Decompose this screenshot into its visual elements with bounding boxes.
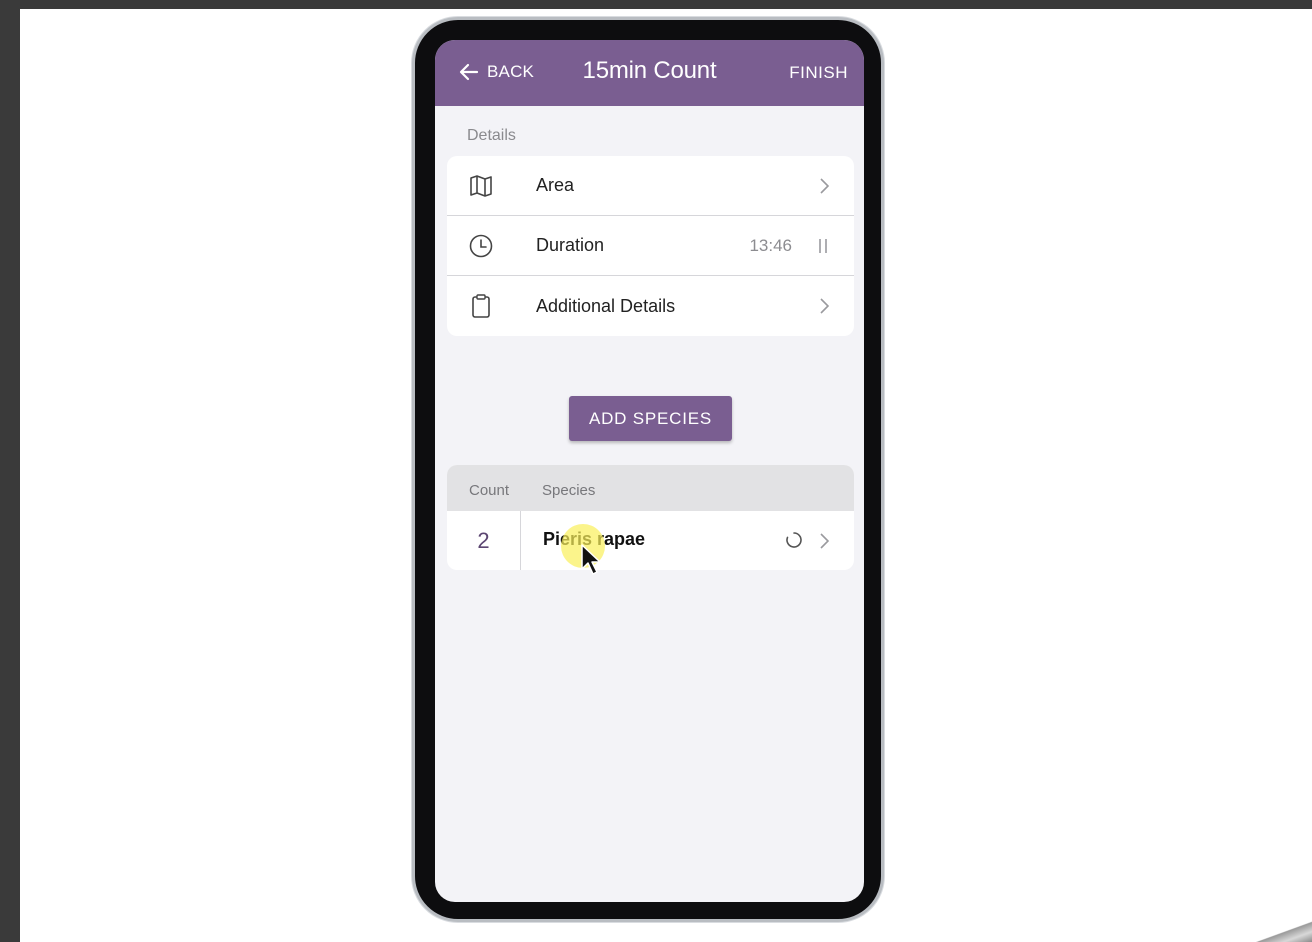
duration-timer-value: 13:46 xyxy=(749,235,792,255)
detail-row-area[interactable]: Area xyxy=(447,156,854,216)
detail-label-additional-details: Additional Details xyxy=(536,295,676,316)
detail-label-duration: Duration xyxy=(536,235,605,255)
page-curl-decoration xyxy=(1252,912,1312,942)
species-count[interactable]: 2 xyxy=(447,511,521,570)
mouse-pointer-icon xyxy=(581,544,601,575)
loading-spinner-icon xyxy=(786,532,802,548)
app-bar: BACK 15min Count FINISH xyxy=(435,40,864,106)
count-column-header: Count xyxy=(469,482,510,499)
chevron-right-icon xyxy=(820,298,830,314)
app-screen: BACK 15min Count FINISH Details Area Dur… xyxy=(435,40,864,902)
map-icon xyxy=(467,172,495,200)
clock-icon xyxy=(467,232,495,260)
add-species-button[interactable]: ADD SPECIES xyxy=(569,396,732,441)
clipboard-icon xyxy=(467,292,495,320)
species-row[interactable]: 2 Pieris rapae xyxy=(447,511,854,570)
phone-frame: BACK 15min Count FINISH Details Area Dur… xyxy=(412,17,884,922)
pause-icon[interactable] xyxy=(816,237,830,255)
detail-row-additional-details[interactable]: Additional Details xyxy=(447,276,854,336)
finish-button[interactable]: FINISH xyxy=(789,63,848,83)
chevron-right-icon xyxy=(820,533,830,549)
details-section-label: Details xyxy=(467,127,516,144)
species-list-header: Count Species xyxy=(447,465,854,511)
chevron-right-icon xyxy=(820,178,830,194)
detail-label-area: Area xyxy=(536,175,575,195)
details-card: Area Duration 13:46 Additional Details xyxy=(447,156,854,336)
species-list: Count Species 2 Pieris rapae xyxy=(447,465,854,570)
detail-row-duration[interactable]: Duration 13:46 xyxy=(447,216,854,276)
species-column-header: Species xyxy=(542,482,596,499)
